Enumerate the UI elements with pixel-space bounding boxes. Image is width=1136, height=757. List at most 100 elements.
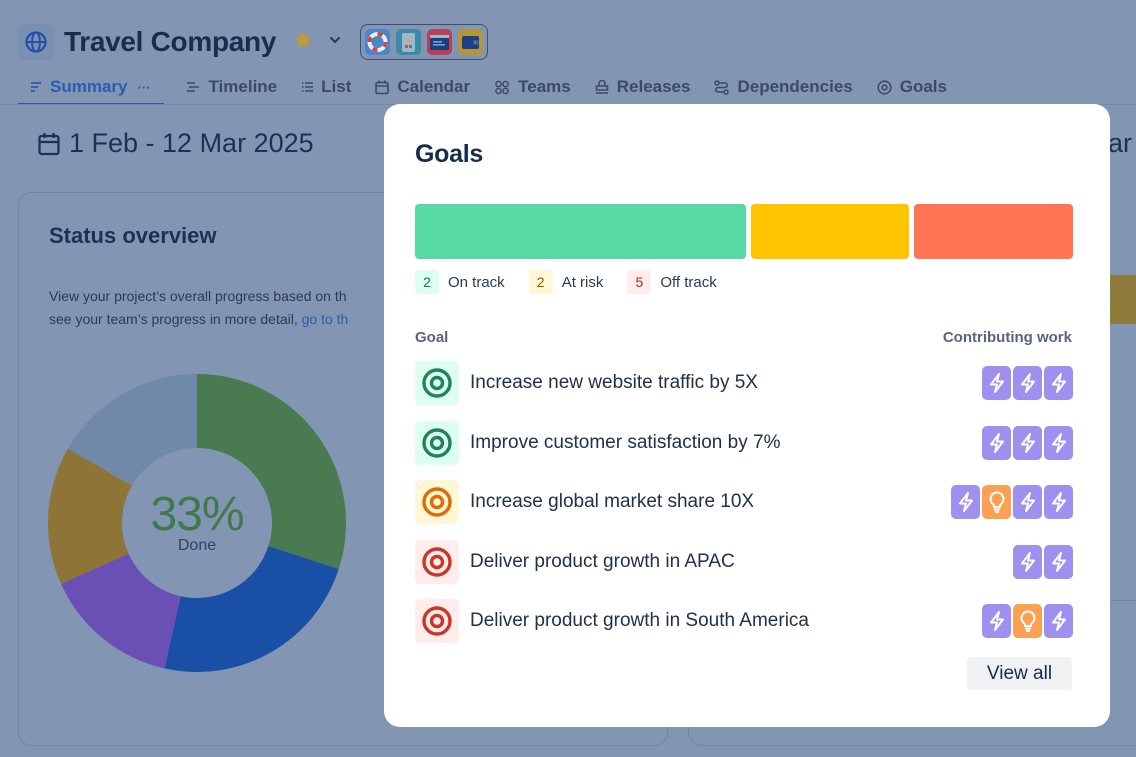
goal-name[interactable]: Increase global market share 10X: [470, 491, 754, 513]
epic-lightning-icon[interactable]: [1013, 544, 1042, 579]
view-all-button[interactable]: View all: [967, 657, 1072, 690]
legend-item: 2 On track: [415, 270, 505, 294]
tab-dependencies[interactable]: Dependencies: [714, 70, 853, 104]
goal-name[interactable]: Deliver product growth in South America: [470, 610, 809, 632]
epic-lightning-icon[interactable]: [982, 604, 1011, 638]
epic-lightning-icon[interactable]: [1013, 485, 1042, 519]
browser-app-icon[interactable]: [427, 29, 453, 55]
connected-apps[interactable]: [360, 24, 489, 60]
column-header-contributing-work: Contributing work: [942, 329, 1072, 346]
epic-lightning-icon[interactable]: [982, 425, 1011, 460]
donut-slice-in-progress[interactable]: [164, 546, 339, 672]
epic-lightning-icon[interactable]: [1044, 544, 1073, 579]
tab-list[interactable]: List: [301, 70, 351, 104]
goal-name[interactable]: Increase new website traffic by 5X: [470, 372, 758, 394]
done-label: Done: [177, 537, 217, 554]
goal-target-icon: [415, 539, 459, 584]
partially-hidden-bar: [1110, 275, 1136, 324]
epic-lightning-icon[interactable]: [951, 485, 980, 519]
tab-teams[interactable]: Teams: [494, 70, 571, 104]
tab-goals[interactable]: Goals: [877, 70, 947, 104]
teams-icon: [494, 80, 510, 95]
board-link[interactable]: go to th: [302, 311, 349, 327]
status-segment-at-risk[interactable]: [750, 204, 910, 259]
epic-lightning-icon[interactable]: [1044, 604, 1073, 638]
description-line: View your project’s overall progress bas…: [49, 288, 347, 304]
goal-row[interactable]: Deliver product growth in APAC: [415, 539, 1073, 584]
description-line: see your team’s progress in more detail,…: [49, 308, 348, 331]
status-overview-description: View your project’s overall progress bas…: [49, 285, 348, 331]
epic-lightning-icon[interactable]: [1013, 425, 1042, 460]
tab-releases[interactable]: Releases: [595, 70, 691, 104]
releases-icon: [595, 80, 609, 94]
tab-label: Calendar: [397, 77, 471, 96]
goal-name[interactable]: Deliver product growth in APAC: [470, 551, 735, 573]
goal-target-icon: [415, 420, 459, 465]
epic-lightning-icon[interactable]: [1044, 425, 1073, 460]
goal-row[interactable]: Deliver product growth in South America: [415, 599, 1073, 643]
phone-app-icon[interactable]: [396, 29, 422, 55]
tab-label: Dependencies: [737, 77, 853, 96]
star-icon[interactable]: [292, 29, 314, 56]
tab-label: Timeline: [208, 77, 278, 96]
epic-lightning-icon[interactable]: [1044, 366, 1073, 400]
count-badge: 2: [415, 270, 439, 294]
calendar-icon: [38, 132, 60, 156]
goals-modal: Goals 2 On track 2 At risk 5 Off track Goal C…: [384, 104, 1110, 727]
goal-status-legend: 2 On track 2 At risk 5 Off track: [415, 270, 741, 294]
idea-lightbulb-icon[interactable]: [1013, 604, 1042, 638]
goal-row[interactable]: Increase new website traffic by 5X: [415, 361, 1073, 405]
date-range[interactable]: 1 Feb - 12 Mar 2025: [38, 128, 314, 159]
goal-row[interactable]: Improve customer satisfaction by 7%: [415, 420, 1073, 465]
goal-target-icon: [415, 480, 459, 524]
idea-lightbulb-icon[interactable]: [982, 485, 1011, 519]
legend-item: 5 Off track: [627, 270, 717, 294]
goal-row[interactable]: Increase global market share 10X: [415, 480, 1073, 524]
contributing-work: [980, 425, 1073, 460]
legend-label: On track: [448, 273, 505, 291]
partially-hidden-heading: ar: [1108, 128, 1133, 158]
goals-icon: [877, 79, 892, 95]
tab-label: Summary: [50, 77, 128, 96]
goal-status-bar: [415, 204, 1073, 259]
count-badge: 5: [627, 270, 652, 294]
tab-summary[interactable]: Summary ···: [18, 70, 165, 105]
epic-lightning-icon[interactable]: [982, 366, 1011, 400]
lifebuoy-app-icon[interactable]: [365, 29, 391, 55]
calendar-icon: [375, 80, 390, 95]
contributing-work: [949, 485, 1073, 519]
contributing-work: [980, 366, 1073, 400]
globe-icon[interactable]: [18, 24, 54, 60]
tab-label: Releases: [616, 77, 691, 96]
tab-label: Teams: [518, 77, 571, 96]
more-icon[interactable]: ···: [137, 80, 150, 95]
epic-lightning-icon[interactable]: [1013, 366, 1042, 400]
contributing-work: [1011, 544, 1073, 579]
date-range-text: 1 Feb - 12 Mar 2025: [69, 128, 314, 158]
legend-label: Off track: [660, 273, 717, 291]
project-tabs: Summary ··· Timeline List Calendar Teams…: [18, 70, 971, 105]
tab-timeline[interactable]: Timeline: [186, 70, 277, 104]
tab-calendar[interactable]: Calendar: [375, 70, 470, 104]
tab-label: List: [321, 77, 352, 96]
status-overview-title: Status overview: [49, 223, 217, 248]
contributing-work: [980, 604, 1073, 638]
description-text: see your team’s progress in more detail,: [49, 311, 302, 327]
tab-label: Goals: [899, 77, 947, 96]
dependencies-icon: [714, 79, 730, 95]
done-percentage: 33%: [150, 488, 244, 541]
column-header-goal: Goal: [415, 329, 449, 346]
goals-title: Goals: [415, 140, 483, 168]
goal-target-icon: [415, 361, 459, 405]
chevron-down-icon[interactable]: [328, 33, 342, 52]
legend-item: 2 At risk: [528, 270, 604, 294]
project-header: Travel Company: [18, 24, 489, 60]
status-segment-off-track[interactable]: [914, 204, 1073, 259]
wallet-app-icon[interactable]: [458, 29, 484, 55]
epic-lightning-icon[interactable]: [1044, 485, 1073, 519]
status-segment-on-track[interactable]: [415, 204, 746, 259]
count-badge: 2: [528, 270, 553, 294]
donut-center: 33% Done: [122, 491, 272, 555]
goal-name[interactable]: Improve customer satisfaction by 7%: [470, 432, 780, 454]
legend-label: At risk: [561, 273, 604, 291]
